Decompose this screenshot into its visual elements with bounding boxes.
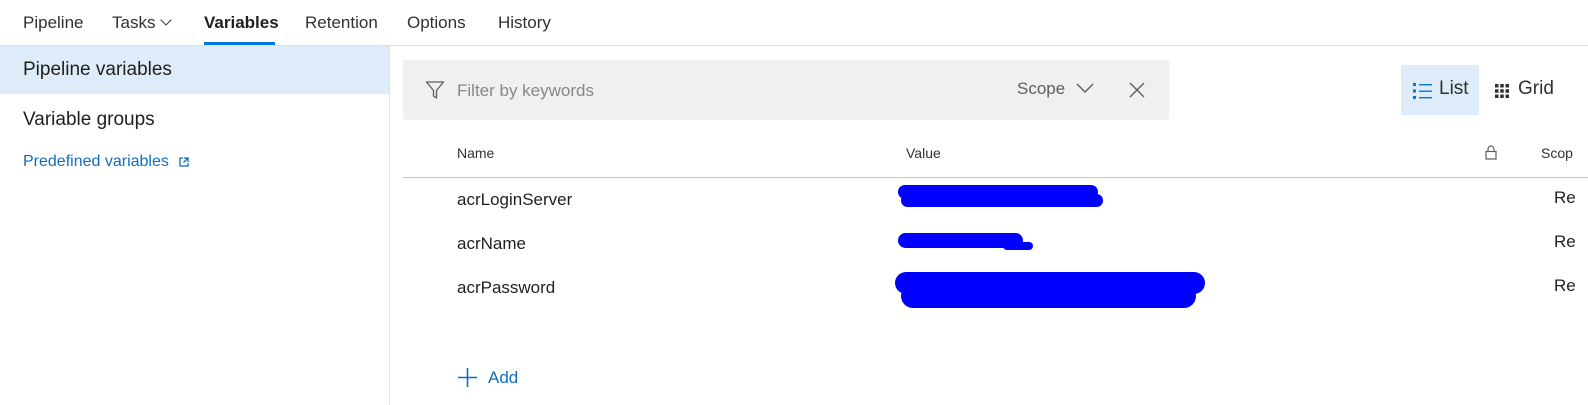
tab-history[interactable]: History: [498, 12, 551, 34]
predefined-variables-label: Predefined variables: [23, 153, 169, 170]
list-icon: [1413, 83, 1432, 99]
scope-dropdown[interactable]: Scope: [1017, 79, 1065, 99]
add-variable-label: Add: [488, 368, 519, 387]
variable-name: acrPassword: [457, 278, 556, 297]
variables-sidebar: Pipeline variables Variable groups Prede…: [0, 46, 390, 405]
column-header-scope[interactable]: Scop: [1541, 145, 1573, 161]
chevron-down-icon[interactable]: [1075, 82, 1095, 94]
filter-bar: Scope: [403, 60, 1169, 120]
filter-keywords-input[interactable]: [455, 78, 959, 104]
lock-icon: [1485, 145, 1497, 160]
redaction-mark: [901, 194, 1103, 207]
tab-tasks[interactable]: Tasks: [112, 12, 173, 34]
scope-dropdown-label: Scope: [1017, 79, 1066, 98]
tab-retention[interactable]: Retention: [305, 12, 378, 34]
grid-icon: [1495, 84, 1509, 98]
clear-filter-icon[interactable]: [1128, 81, 1146, 99]
column-header-value[interactable]: Value: [906, 145, 941, 161]
grid-view-button[interactable]: Grid: [1487, 65, 1577, 115]
variable-name: acrLoginServer: [457, 190, 573, 209]
variable-name: acrName: [457, 234, 526, 253]
sidebar-item-label: Variable groups: [23, 109, 155, 130]
list-view-label: List: [1439, 78, 1469, 99]
filter-icon: [425, 81, 445, 99]
variable-scope: Re: [1554, 188, 1576, 207]
external-link-icon: [179, 157, 189, 167]
variable-scope: Re: [1554, 232, 1576, 251]
sidebar-item-pipeline-variables[interactable]: Pipeline variables: [0, 46, 389, 94]
redaction-mark: [901, 284, 1196, 308]
grid-view-label: Grid: [1518, 78, 1554, 99]
tab-options[interactable]: Options: [407, 12, 466, 34]
active-tab-indicator: [204, 42, 275, 45]
sidebar-item-variable-groups[interactable]: Variable groups: [0, 96, 389, 144]
table-row[interactable]: acrLoginServer Re: [403, 178, 1588, 222]
variable-scope: Re: [1554, 276, 1576, 295]
plus-icon: [458, 368, 477, 387]
list-view-button[interactable]: List: [1401, 65, 1479, 115]
pipeline-tab-bar: Pipeline Tasks Variables Retention Optio…: [0, 0, 1588, 46]
redaction-mark: [1003, 242, 1033, 250]
table-row[interactable]: acrPassword Re: [403, 266, 1588, 310]
table-row[interactable]: acrName Re: [403, 222, 1588, 266]
tab-pipeline[interactable]: Pipeline: [23, 12, 84, 34]
tab-variables[interactable]: Variables: [204, 12, 279, 34]
sidebar-item-label: Pipeline variables: [23, 59, 172, 80]
tab-tasks-label: Tasks: [112, 13, 156, 32]
predefined-variables-link[interactable]: Predefined variables: [23, 153, 189, 171]
column-header-name[interactable]: Name: [457, 145, 494, 161]
chevron-down-icon: [160, 14, 173, 26]
